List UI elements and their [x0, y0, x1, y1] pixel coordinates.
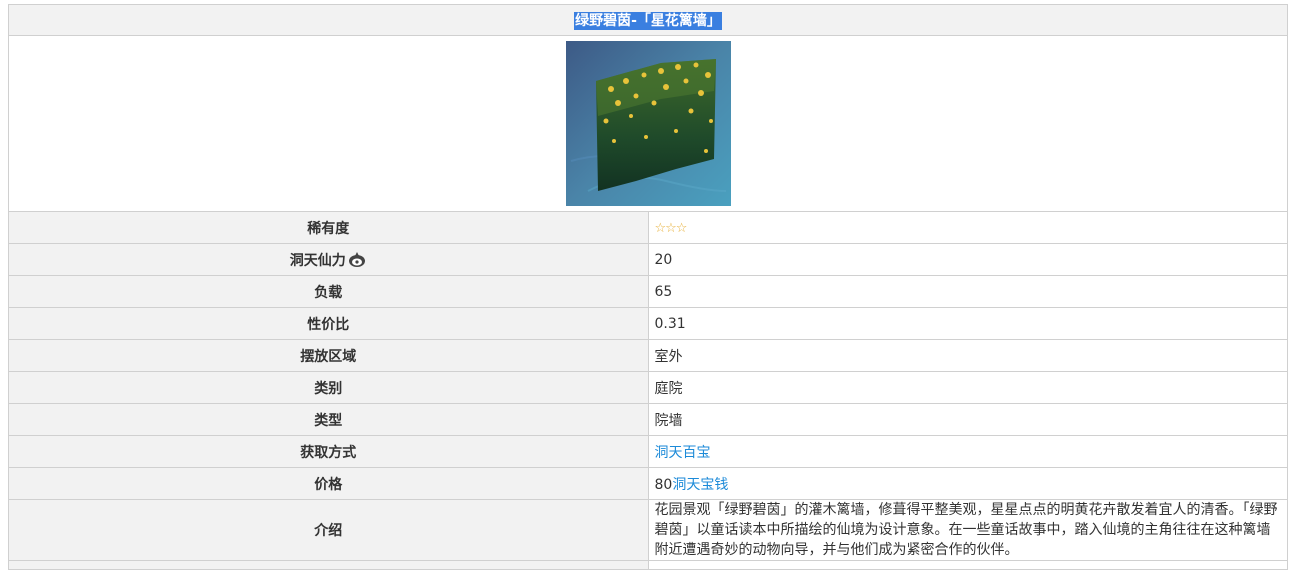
row-value-cell: 80洞天宝钱: [647, 467, 1288, 500]
row-value: 庭院: [647, 371, 1288, 404]
row-source: 获取方式 洞天百宝: [8, 435, 1288, 468]
item-title-cell: 绿野碧茵-「星花篱墙」: [8, 4, 1288, 36]
row-label-cell: 洞天仙力: [8, 243, 649, 276]
description-text: 花园景观「绿野碧茵」的灌木篱墙，修葺得平整美观，星星点点的明黄花卉散发着宜人的清…: [647, 499, 1288, 561]
item-info-table: 绿野碧茵-「星花篱墙」 稀有度 ☆☆☆ 洞天仙力 20 负载 65 性价比 0.…: [8, 4, 1288, 570]
row-price: 价格 80洞天宝钱: [8, 467, 1288, 500]
row-category: 类别 庭院: [8, 371, 1288, 404]
row-label: 类别: [8, 371, 649, 404]
row-label: 负载: [8, 275, 649, 308]
row-label-empty: [8, 560, 649, 570]
item-title: 绿野碧茵-「星花篱墙」: [574, 12, 722, 30]
row-value-empty: [647, 560, 1288, 570]
hedge-wall-image: [565, 41, 731, 206]
row-cost-ratio: 性价比 0.31: [8, 307, 1288, 340]
rarity-stars-icon: ☆☆☆: [654, 220, 688, 236]
row-value: 室外: [647, 339, 1288, 372]
row-label: 洞天仙力: [289, 252, 346, 269]
row-value-cell: 洞天百宝: [647, 435, 1288, 468]
row-label: 获取方式: [8, 435, 649, 468]
row-value: 0.31: [647, 307, 1288, 340]
row-label: 类型: [8, 403, 649, 436]
rarity-stars-cell: ☆☆☆: [647, 211, 1288, 244]
item-image-cell: [8, 35, 1288, 212]
currency-link[interactable]: 洞天宝钱: [672, 477, 728, 493]
row-label: 稀有度: [8, 211, 649, 244]
row-label: 价格: [8, 467, 649, 500]
row-label: 摆放区域: [8, 339, 649, 372]
row-rarity: 稀有度 ☆☆☆: [8, 211, 1288, 244]
row-value: 院墙: [647, 403, 1288, 436]
adeptal-energy-icon: [348, 251, 365, 267]
row-description: 介绍 花园景观「绿野碧茵」的灌木篱墙，修葺得平整美观，星星点点的明黄花卉散发着宜…: [8, 499, 1288, 561]
row-value: 65: [647, 275, 1288, 308]
row-empty: [8, 560, 1288, 570]
row-adeptal-energy: 洞天仙力 20: [8, 243, 1288, 276]
row-label: 性价比: [8, 307, 649, 340]
row-value: 20: [647, 243, 1288, 276]
price-amount: 80: [654, 476, 673, 493]
row-type: 类型 院墙: [8, 403, 1288, 436]
row-label: 介绍: [8, 499, 649, 561]
row-placement: 摆放区域 室外: [8, 339, 1288, 372]
item-info-panel: 绿野碧茵-「星花篱墙」 稀有度 ☆☆☆ 洞天仙力 20 负载 65 性价比 0.…: [8, 4, 1288, 570]
row-load: 负载 65: [8, 275, 1288, 308]
source-link[interactable]: 洞天百宝: [655, 445, 711, 461]
